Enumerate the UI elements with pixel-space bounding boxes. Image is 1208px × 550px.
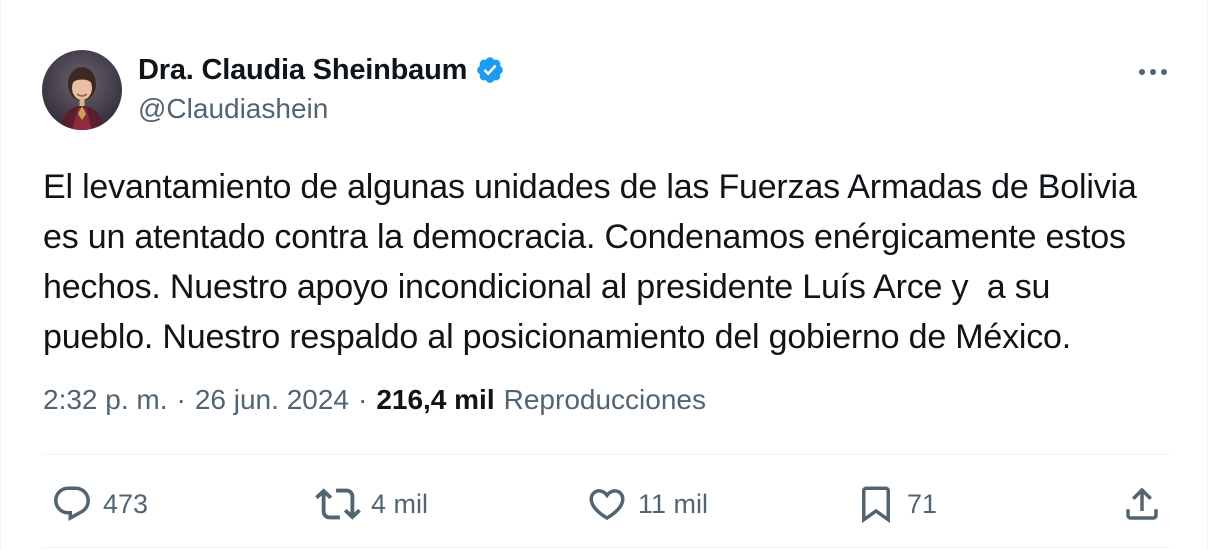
reply-button[interactable]: 473 [51,482,148,526]
views-label[interactable]: Reproducciones [504,384,706,416]
like-button[interactable]: 11 mil [586,482,708,526]
tweet-meta: 2:32 p. m. · 26 jun. 2024 · 216,4 mil Re… [43,384,706,416]
divider [43,454,1171,455]
share-upload-icon [1126,487,1158,520]
repost-arrows-icon [315,488,361,520]
views-count[interactable]: 216,4 mil [376,384,494,416]
author-display-name[interactable]: Dra. Claudia Sheinbaum [138,54,467,87]
verified-badge-icon [477,57,503,83]
reply-bubble-icon [54,486,90,521]
bookmark-count: 71 [907,488,938,519]
repost-button[interactable]: 4 mil [315,482,428,526]
bookmark-button[interactable]: 71 [855,482,937,526]
avatar[interactable] [42,50,122,130]
meta-separator: · [176,384,186,415]
action-bar: 473 4 mil 11 mil 71 [43,482,1165,526]
tweet-card: Dra. Claudia Sheinbaum @Claudiashein El … [0,0,1208,550]
meta-separator: · [357,384,368,415]
heart-icon [589,489,625,521]
like-count: 11 mil [638,488,709,519]
author-name-row: Dra. Claudia Sheinbaum [138,52,505,88]
bookmark-icon [862,486,890,524]
tweet-date[interactable]: 26 jun. 2024 [195,384,349,416]
divider [43,547,1171,548]
tweet-time[interactable]: 2:32 p. m. [43,384,168,416]
more-dots-icon[interactable] [1135,60,1171,84]
tweet-text: El levantamiento de algunas unidades de … [43,168,1137,356]
share-button[interactable] [1121,482,1163,526]
reply-count: 473 [103,488,149,519]
author-handle[interactable]: @Claudiashein [138,93,328,125]
repost-count: 4 mil [371,488,429,519]
